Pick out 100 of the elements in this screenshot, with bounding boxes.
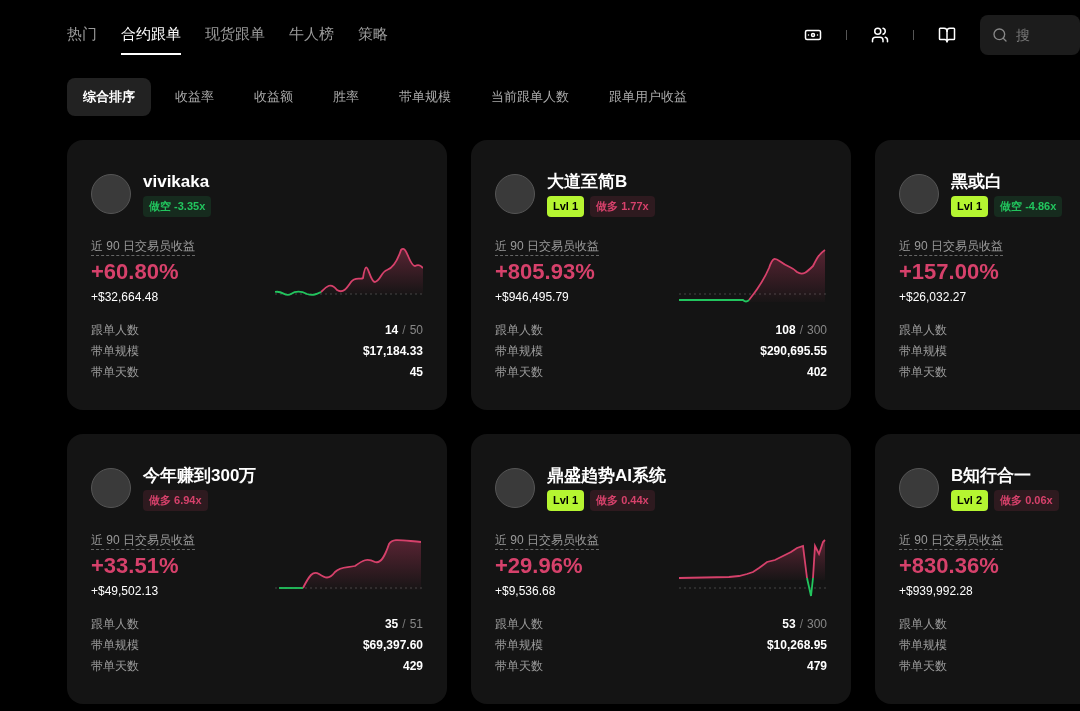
stat-label: 带单规模	[899, 342, 947, 360]
trader-card[interactable]: 黑或白 Lvl 1 做空 -4.86x 近 90 日交易员收益 +157.00% +$26,032.27 跟单人数 带单规模 带单天数	[875, 140, 1080, 410]
search-field[interactable]: 搜	[980, 15, 1080, 55]
sort-chip[interactable]: 综合排序	[67, 78, 151, 116]
stat-value: 402	[806, 363, 827, 381]
stat-value: 53	[782, 615, 796, 633]
separator: /	[402, 321, 406, 339]
trader-name: 鼎盛趋势AI系统	[547, 466, 666, 486]
position-badge: 做空 -3.35x	[143, 196, 212, 217]
stat-value: $10,268.95	[766, 636, 827, 654]
level-badge: Lvl 1	[951, 196, 989, 217]
nav-tab[interactable]: 热门	[67, 14, 97, 56]
sort-chip[interactable]: 胜率	[317, 78, 375, 116]
level-badge: Lvl 1	[547, 196, 585, 217]
stat-value: $69,397.60	[362, 636, 423, 654]
trader-name: 大道至简B	[547, 172, 629, 192]
trader-card[interactable]: 鼎盛趋势AI系统 Lvl 1 做多 0.44x 近 90 日交易员收益 +29.96% +$9,536.68 跟单人数 53 / 300 带单规模 $10,268.95 带单天数 479	[471, 434, 851, 704]
position-badge: 做空 -4.86x	[994, 196, 1063, 217]
position-badge: 做多 0.06x	[994, 490, 1059, 511]
users-icon[interactable]	[871, 26, 889, 44]
sort-chip[interactable]: 收益率	[159, 78, 230, 116]
stat-label: 跟单人数	[899, 321, 947, 339]
nav-tab[interactable]: 策略	[358, 14, 388, 56]
roi-value: +33.51%	[91, 551, 180, 580]
stat-label: 带单天数	[91, 363, 139, 381]
search-icon	[992, 27, 1008, 43]
avatar	[91, 174, 131, 215]
follower-limit: 300	[806, 321, 827, 339]
stat-label: 带单规模	[495, 636, 543, 654]
trader-card[interactable]: B知行合一 Lvl 2 做多 0.06x 近 90 日交易员收益 +830.36% +$939,992.28 跟单人数 带单规模 带单天数	[875, 434, 1080, 704]
roi-value: +157.00%	[899, 257, 1000, 286]
avatar	[899, 468, 939, 509]
sort-chip[interactable]: 收益额	[238, 78, 309, 116]
stat-label: 跟单人数	[91, 321, 139, 339]
metric-label: 近 90 日交易员收益	[91, 236, 195, 256]
stat-label: 跟单人数	[91, 615, 139, 633]
stat-value: 429	[402, 657, 423, 675]
sort-chip[interactable]: 跟单用户收益	[593, 78, 703, 116]
trader-card[interactable]: 大道至简B Lvl 1 做多 1.77x 近 90 日交易员收益 +805.93% +$946,495.79 跟单人数 108 / 300 带单规模 $290,695.55 带单天数 402	[471, 140, 851, 410]
trader-card[interactable]: vivikaka 做空 -3.35x 近 90 日交易员收益 +60.80% +$32,664.48 跟单人数 14 / 50 带单规模 $17,184.33 带单天数 45	[67, 140, 447, 410]
book-icon[interactable]	[938, 26, 956, 44]
stat-label: 带单天数	[495, 363, 543, 381]
sort-chip[interactable]: 当前跟单人数	[475, 78, 585, 116]
stat-value: 45	[409, 363, 423, 381]
stat-label: 带单规模	[91, 342, 139, 360]
avatar	[91, 468, 131, 509]
pnl-value: +$26,032.27	[899, 288, 968, 306]
stat-label: 带单天数	[495, 657, 543, 675]
stat-value: 35	[384, 615, 399, 633]
metric-label: 近 90 日交易员收益	[495, 236, 599, 256]
stat-value: 14	[384, 321, 399, 339]
roi-value: +29.96%	[495, 551, 584, 580]
metric-label: 近 90 日交易员收益	[91, 530, 195, 550]
stat-label: 跟单人数	[899, 615, 947, 633]
level-badge: Lvl 2	[951, 490, 989, 511]
stat-label: 跟单人数	[495, 615, 543, 633]
metric-label: 近 90 日交易员收益	[899, 530, 1003, 550]
stat-value: $290,695.55	[760, 342, 827, 360]
stat-value: 479	[806, 657, 827, 675]
avatar	[899, 174, 939, 215]
position-badge: 做多 0.44x	[590, 490, 655, 511]
pnl-value: +$939,992.28	[899, 582, 974, 600]
stat-label: 带单规模	[91, 636, 139, 654]
stat-label: 带单规模	[495, 342, 543, 360]
follower-limit: 51	[409, 615, 423, 633]
stat-value: 108	[775, 321, 796, 339]
stat-label: 带单天数	[91, 657, 139, 675]
nav-tab[interactable]: 牛人榜	[289, 14, 334, 56]
level-badge: Lvl 1	[547, 490, 585, 511]
stat-label: 跟单人数	[495, 321, 543, 339]
stat-label: 带单天数	[899, 657, 947, 675]
nav-tab[interactable]: 合约跟单	[121, 14, 181, 56]
position-badge: 做多 1.77x	[590, 196, 655, 217]
trader-card[interactable]: 今年赚到300万 做多 6.94x 近 90 日交易员收益 +33.51% +$49,502.13 跟单人数 35 / 51 带单规模 $69,397.60 带单天数 429	[67, 434, 447, 704]
nav-tab[interactable]: 现货跟单	[205, 14, 265, 56]
roi-value: +60.80%	[91, 257, 180, 286]
avatar	[495, 174, 535, 215]
follower-limit: 300	[806, 615, 827, 633]
pnl-value: +$946,495.79	[495, 288, 570, 306]
separator: /	[402, 615, 406, 633]
pnl-value: +$32,664.48	[91, 288, 160, 306]
follower-limit: 50	[409, 321, 423, 339]
stat-label: 带单天数	[899, 363, 947, 381]
separator: /	[799, 321, 803, 339]
separator: /	[799, 615, 803, 633]
sort-chip[interactable]: 带单规模	[383, 78, 467, 116]
metric-label: 近 90 日交易员收益	[495, 530, 599, 550]
roi-value: +830.36%	[899, 551, 1000, 580]
trader-name: 今年赚到300万	[143, 466, 257, 486]
position-badge: 做多 6.94x	[143, 490, 208, 511]
trader-name: B知行合一	[951, 466, 1033, 486]
stat-value: $17,184.33	[362, 342, 423, 360]
roi-value: +805.93%	[495, 257, 596, 286]
trader-name: 黑或白	[951, 172, 1003, 192]
stat-label: 带单规模	[899, 636, 947, 654]
trader-name: vivikaka	[143, 172, 211, 192]
pnl-value: +$49,502.13	[91, 582, 160, 600]
metric-label: 近 90 日交易员收益	[899, 236, 1003, 256]
pnl-value: +$9,536.68	[495, 582, 557, 600]
avatar	[495, 468, 535, 509]
